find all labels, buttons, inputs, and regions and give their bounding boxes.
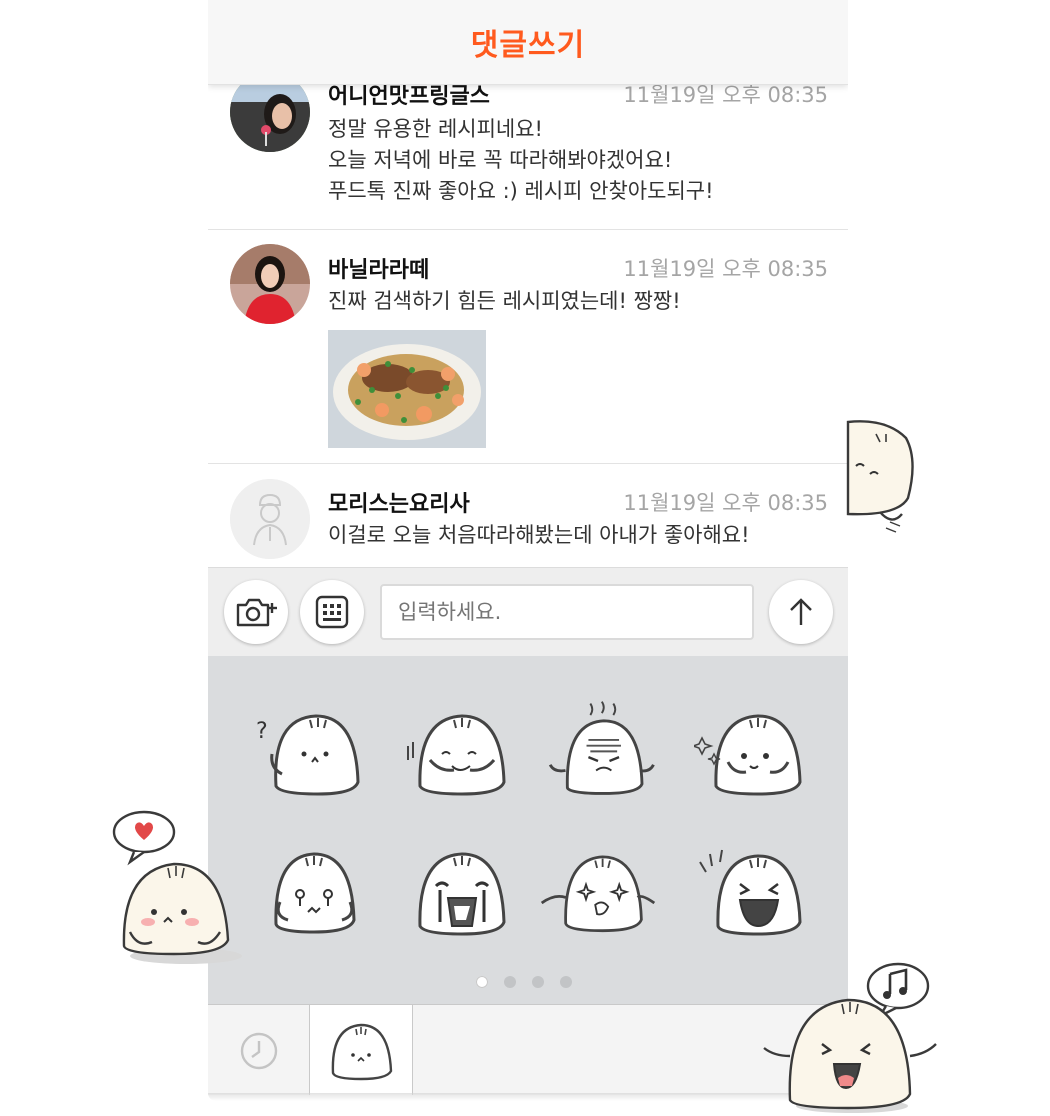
comment-input[interactable] xyxy=(380,584,754,640)
peeking-dumpling-mascot xyxy=(846,420,914,533)
comment-line: 진짜 검색하기 힘든 레시피였는데! 짱짱! xyxy=(328,289,681,313)
comment-time: 11월19일 오후 08:35 xyxy=(623,491,828,515)
sticker-panel: ? xyxy=(208,656,848,1004)
app-header: 댓글쓰기 xyxy=(208,0,848,85)
comment-input-bar xyxy=(208,567,848,657)
heart-dumpling-mascot xyxy=(112,810,242,964)
singing-dumpling-mascot xyxy=(763,962,937,1113)
comment-screen: 댓글쓰기 어니언맛프링글스 11월19일 오후 08:35 정말 유용한 레시피… xyxy=(208,0,848,1095)
page-dot[interactable] xyxy=(504,976,516,988)
dumpling-sticker-icon xyxy=(331,1023,393,1080)
comment-text: 정말 유용한 레시피네요! 오늘 저녁에 바로 꼭 따라해봐야겠어요! 푸드톡 … xyxy=(328,114,714,207)
comment-item: 모리스는요리사 11월19일 오후 08:35 이걸로 오늘 처음따라해봤는데 … xyxy=(208,464,848,567)
camera-plus-icon xyxy=(236,598,277,627)
comment-item: 바닐라라떼 11월19일 오후 08:35 진짜 검색하기 힘든 레시피였는데!… xyxy=(208,230,848,464)
avatar[interactable] xyxy=(230,244,310,324)
keyboard-button[interactable] xyxy=(300,580,364,644)
page-dot[interactable] xyxy=(532,976,544,988)
comment-text: 진짜 검색하기 힘든 레시피였는데! 짱짱! xyxy=(328,286,681,317)
comment-line: 오늘 저녁에 바로 꼭 따라해봐야겠어요! xyxy=(328,148,673,172)
device-shadow xyxy=(208,1093,848,1101)
svg-text:?: ? xyxy=(256,719,268,744)
sticker-page-indicator xyxy=(476,976,572,988)
attached-food-photo[interactable] xyxy=(328,330,486,448)
sticker-surprised[interactable] xyxy=(538,836,658,946)
arrow-up-icon xyxy=(790,598,812,625)
sticker-tab-bar xyxy=(208,1004,848,1095)
sticker-laughing[interactable] xyxy=(694,836,814,946)
camera-button[interactable] xyxy=(224,580,288,644)
sticker-crying[interactable] xyxy=(400,836,520,946)
sticker-confused[interactable]: ? xyxy=(248,698,368,808)
page-dot[interactable] xyxy=(560,976,572,988)
sticker-giggle[interactable] xyxy=(400,698,520,808)
comment-author: 바닐라라떼 xyxy=(328,258,430,283)
comment-line: 푸드톡 진짜 좋아요 :) 레시피 안찾아도되구! xyxy=(328,179,714,203)
comment-line: 이걸로 오늘 처음따라해봤는데 아내가 좋아해요! xyxy=(328,523,750,547)
dumpling-sticker-tab[interactable] xyxy=(310,1005,413,1095)
default-avatar-icon[interactable] xyxy=(230,479,310,559)
page-dot-active[interactable] xyxy=(476,976,488,988)
clock-icon xyxy=(240,1032,277,1069)
sticker-angry[interactable] xyxy=(538,694,658,804)
sticker-sad[interactable] xyxy=(248,836,368,946)
recent-stickers-tab[interactable] xyxy=(208,1005,310,1095)
page-title: 댓글쓰기 xyxy=(470,28,586,63)
sticker-sparkle[interactable] xyxy=(694,698,814,808)
comment-time: 11월19일 오후 08:35 xyxy=(623,257,828,281)
comment-text: 이걸로 오늘 처음따라해봤는데 아내가 좋아해요! xyxy=(328,520,750,551)
comment-item: 어니언맛프링글스 11월19일 오후 08:35 정말 유용한 레시피네요! 오… xyxy=(208,60,848,230)
keyboard-icon xyxy=(315,595,349,629)
comment-author: 모리스는요리사 xyxy=(328,492,470,517)
comment-line: 정말 유용한 레시피네요! xyxy=(328,117,543,141)
send-button[interactable] xyxy=(769,580,833,644)
